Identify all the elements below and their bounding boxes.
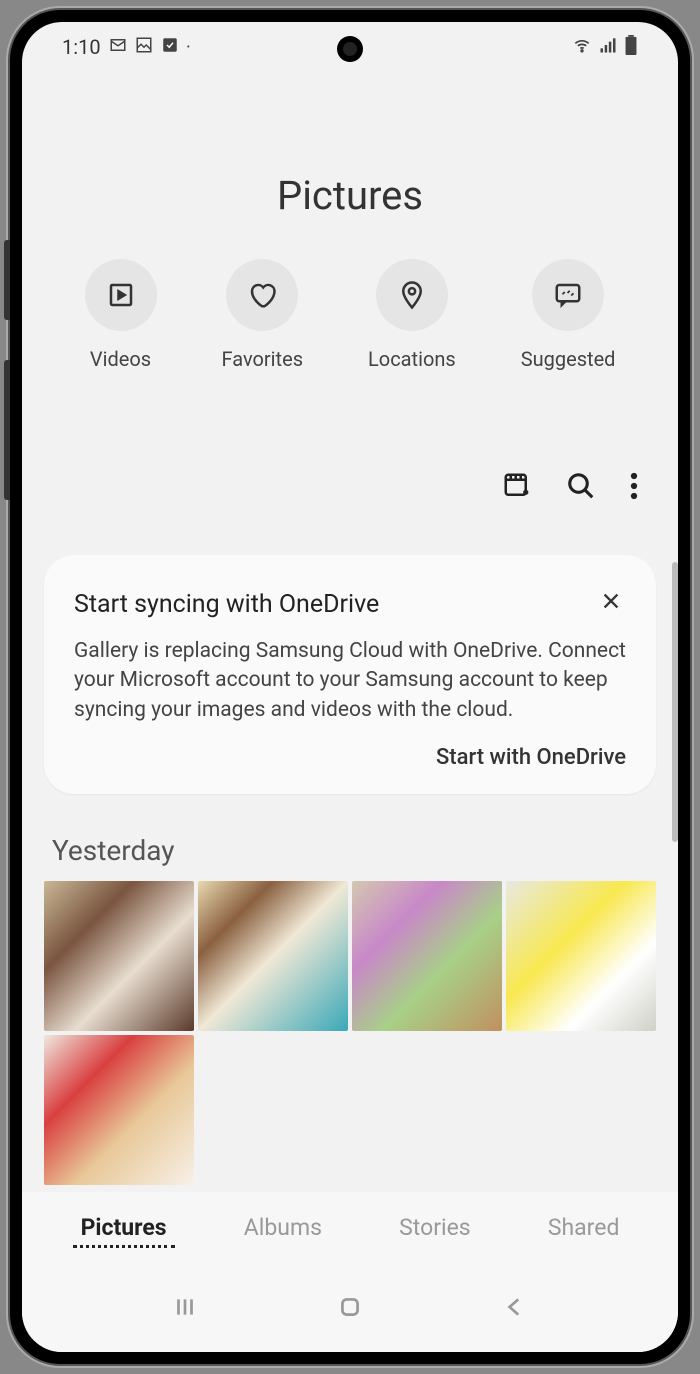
tab-shared[interactable]: Shared [540,1210,628,1248]
back-button[interactable] [502,1294,528,1324]
category-label: Locations [368,347,456,371]
close-icon[interactable] [596,585,626,623]
photo-thumb[interactable] [506,881,656,1031]
signal-icon [598,35,618,60]
photo-thumb[interactable] [352,881,502,1031]
sync-body: Gallery is replacing Samsung Cloud with … [74,637,626,725]
dot-icon: • [187,42,190,53]
play-icon [85,259,157,331]
gmail-icon [109,35,127,59]
tab-albums[interactable]: Albums [236,1210,330,1248]
category-videos[interactable]: Videos [85,259,157,371]
photo-thumb[interactable] [198,881,348,1031]
sync-action-button[interactable]: Start with OneDrive [74,745,626,770]
tab-pictures[interactable]: Pictures [73,1210,175,1248]
phone-frame: 1:10 • [10,10,690,1364]
photo-thumb[interactable] [44,1035,194,1185]
suggested-icon [532,259,604,331]
categories-row: Videos Favorites Locations Suggested [22,259,678,371]
sync-title: Start syncing with OneDrive [74,590,379,619]
battery-icon [624,35,638,60]
page-title: Pictures [22,172,678,219]
check-icon [161,35,179,59]
scrollbar[interactable] [672,562,678,842]
more-icon[interactable] [630,471,638,505]
heart-icon [226,259,298,331]
search-icon[interactable] [566,471,596,505]
location-icon [376,259,448,331]
recents-button[interactable] [172,1294,198,1324]
screen: 1:10 • [22,22,678,1352]
photo-grid [22,881,678,1185]
volume-button [4,240,10,320]
category-locations[interactable]: Locations [368,259,456,371]
android-nav-bar [22,1266,678,1352]
photo-thumb[interactable] [44,881,194,1031]
image-icon [135,35,153,59]
camera-notch [337,36,363,62]
category-favorites[interactable]: Favorites [222,259,304,371]
category-label: Suggested [521,347,616,371]
status-time: 1:10 [62,35,101,59]
gif-create-icon[interactable] [502,471,532,505]
toolbar [22,471,678,505]
power-button [4,360,10,500]
category-suggested[interactable]: Suggested [521,259,616,371]
wifi-icon [572,35,592,60]
tab-stories[interactable]: Stories [391,1210,479,1248]
bottom-tabs: Pictures Albums Stories Shared [22,1192,678,1266]
category-label: Favorites [222,347,304,371]
section-header: Yesterday [22,834,678,867]
sync-card: Start syncing with OneDrive Gallery is r… [44,555,656,794]
home-button[interactable] [337,1294,363,1324]
category-label: Videos [90,347,151,371]
